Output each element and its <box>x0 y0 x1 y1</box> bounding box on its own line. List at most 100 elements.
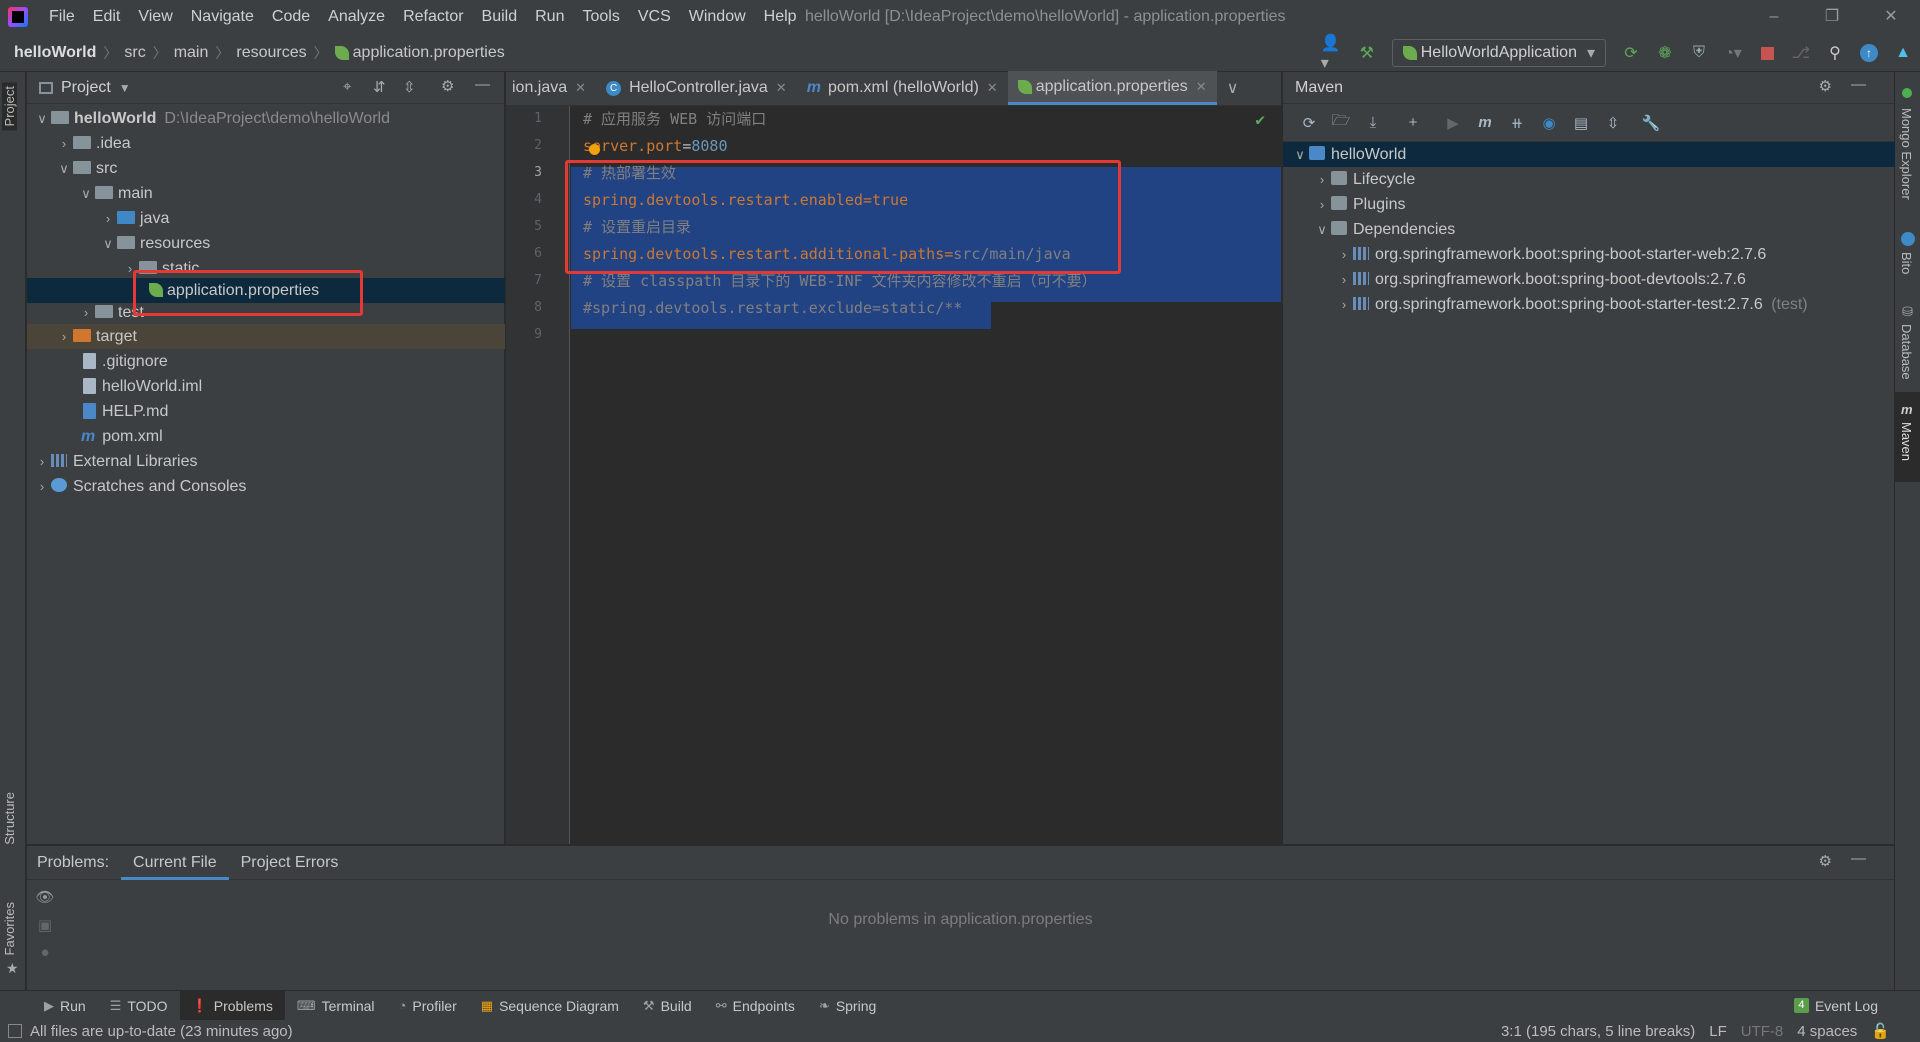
gear-icon[interactable]: ⚙ <box>441 77 454 95</box>
maven-tool-tab[interactable]: Maven <box>1899 422 1914 461</box>
editor-tab[interactable]: C HelloController.java ✕ <box>596 71 797 105</box>
lock-icon[interactable]: 🔓 <box>1871 1022 1890 1040</box>
tool-tab-sequence-diagram[interactable]: ▦ Sequence Diagram <box>469 991 631 1021</box>
run-configuration-select[interactable]: HelloWorldApplication ▾ <box>1391 39 1606 67</box>
bito-tool-tab[interactable]: Bito <box>1899 252 1914 274</box>
tool-tab-endpoints[interactable]: ⚯ Endpoints <box>704 991 807 1021</box>
chevron-right-icon[interactable]: › <box>1335 267 1353 292</box>
chevron-right-icon[interactable]: › <box>55 324 73 349</box>
menu-edit[interactable]: Edit <box>84 0 130 34</box>
chevron-down-icon[interactable]: ∨ <box>1313 217 1331 242</box>
reload-icon[interactable]: ⟳ <box>1297 111 1321 135</box>
close-icon[interactable]: ✕ <box>1196 79 1207 95</box>
tool-tab-problems[interactable]: ❗ Problems <box>179 990 285 1021</box>
tree-row[interactable]: › target <box>27 324 505 349</box>
tab-current-file[interactable]: Current File <box>121 846 229 880</box>
close-icon[interactable]: ✕ <box>987 80 998 96</box>
maven-goal-icon[interactable]: m <box>1473 111 1497 135</box>
toggle-tool-windows-icon[interactable] <box>8 1024 22 1038</box>
hide-panel-icon[interactable]: — <box>1851 76 1866 93</box>
maven-tree-row[interactable]: › Plugins <box>1283 192 1895 217</box>
menu-view[interactable]: View <box>129 0 181 34</box>
tool-tab-run[interactable]: ▶ Run <box>32 991 98 1021</box>
tree-row[interactable]: ∨ main <box>27 181 505 206</box>
close-icon[interactable]: ✕ <box>575 80 586 96</box>
gear-icon[interactable]: ⚙ <box>1819 852 1832 870</box>
structure-tool-tab[interactable]: Structure <box>2 792 17 845</box>
mongo-explorer-tool-tab[interactable]: Mongo Explorer <box>1899 108 1914 200</box>
chevron-right-icon[interactable]: › <box>55 131 73 156</box>
tool-tab-build[interactable]: ⚒ Build <box>631 991 704 1021</box>
download-icon[interactable]: ⤓ <box>1361 111 1385 135</box>
locate-file-icon[interactable]: ⌖ <box>343 78 351 95</box>
menu-tools[interactable]: Tools <box>573 0 628 34</box>
show-dependencies-icon[interactable]: ▤ <box>1569 111 1593 135</box>
coverage-icon[interactable]: ⛨ <box>1687 41 1711 65</box>
menu-refactor[interactable]: Refactor <box>394 0 472 34</box>
debug-bug-icon[interactable]: ❁ <box>1653 41 1677 65</box>
minimize-button[interactable]: – <box>1745 0 1803 34</box>
eye-icon[interactable]: 👁 <box>35 888 55 908</box>
chevron-down-icon[interactable]: ∨ <box>33 106 51 131</box>
indent-setting[interactable]: 4 spaces <box>1797 1023 1857 1040</box>
editor-tab[interactable]: ion.java ✕ <box>506 71 596 105</box>
expand-all-icon[interactable]: ⇵ <box>373 78 386 96</box>
vcs-icon[interactable]: ⎇ <box>1789 41 1813 65</box>
menu-build[interactable]: Build <box>473 0 527 34</box>
breadcrumb-src[interactable]: src <box>124 44 145 62</box>
project-tool-tab[interactable]: Project <box>2 82 17 131</box>
tool-tab-profiler[interactable]: ◔ Profiler <box>387 991 469 1021</box>
chevron-right-icon[interactable]: › <box>1335 292 1353 317</box>
tree-row[interactable]: .gitignore <box>27 349 505 374</box>
chevron-right-icon[interactable]: › <box>77 303 95 323</box>
stop-icon[interactable] <box>1755 41 1779 65</box>
close-window-button[interactable]: ✕ <box>1862 0 1920 34</box>
tab-list-dropdown[interactable]: ∨ <box>1217 71 1249 105</box>
breadcrumb-project[interactable]: helloWorld <box>14 44 96 62</box>
tree-row[interactable]: › .idea <box>27 131 505 156</box>
maven-tree-row[interactable]: › org.springframework.boot:spring-boot-st… <box>1283 292 1895 317</box>
chevron-down-icon[interactable]: ∨ <box>99 231 117 256</box>
user-icon[interactable]: 👤▾ <box>1321 35 1345 72</box>
chevron-down-icon[interactable]: ∨ <box>77 181 95 206</box>
skip-tests-icon[interactable]: ⧺ <box>1505 111 1529 135</box>
menu-code[interactable]: Code <box>263 0 319 34</box>
menu-analyze[interactable]: Analyze <box>319 0 394 34</box>
bulb-icon[interactable]: ● <box>35 944 55 964</box>
maven-tree-row[interactable]: › Lifecycle <box>1283 167 1895 192</box>
hide-panel-icon[interactable]: — <box>475 76 490 93</box>
restore-button[interactable]: ❐ <box>1803 0 1861 34</box>
chevron-down-icon[interactable]: ∨ <box>1291 142 1309 167</box>
chevron-right-icon[interactable]: › <box>33 449 51 474</box>
generate-sources-icon[interactable]: 🗁 <box>1329 111 1353 135</box>
maven-tree-row[interactable]: › org.springframework.boot:spring-boot-de… <box>1283 267 1895 292</box>
chevron-down-icon[interactable]: ∨ <box>55 156 73 181</box>
menu-window[interactable]: Window <box>680 0 755 34</box>
project-panel-title[interactable]: Project <box>61 79 111 97</box>
tree-row[interactable]: m pom.xml <box>27 424 505 449</box>
tree-row[interactable]: › External Libraries <box>27 449 505 474</box>
breadcrumb-resources[interactable]: resources <box>236 44 306 62</box>
chevron-right-icon[interactable]: › <box>99 206 117 231</box>
settings-wrench-icon[interactable]: 🔧 <box>1639 111 1663 135</box>
run-icon[interactable]: ▶ <box>1441 111 1465 135</box>
menu-file[interactable]: File <box>40 0 84 34</box>
tree-row[interactable]: helloWorld.iml <box>27 374 505 399</box>
menu-vcs[interactable]: VCS <box>629 0 680 34</box>
collapse-all-icon[interactable]: ⇳ <box>1601 111 1625 135</box>
tree-row[interactable]: ∨ resources <box>27 231 505 256</box>
close-icon[interactable]: ✕ <box>776 80 787 96</box>
add-icon[interactable]: + <box>1401 111 1425 135</box>
maven-tree-row[interactable]: ∨ Dependencies <box>1283 217 1895 242</box>
profiler-icon[interactable]: ◔▾ <box>1721 41 1745 65</box>
chevron-right-icon[interactable]: › <box>1335 242 1353 267</box>
menu-navigate[interactable]: Navigate <box>182 0 263 34</box>
menu-run[interactable]: Run <box>526 0 573 34</box>
favorites-tool-tab[interactable]: Favorites <box>2 902 17 955</box>
maven-tree-row[interactable]: › org.springframework.boot:spring-boot-st… <box>1283 242 1895 267</box>
rerun-icon[interactable]: ⟳ <box>1619 41 1643 65</box>
tree-row[interactable]: › java <box>27 206 505 231</box>
update-icon[interactable]: ↑ <box>1857 41 1881 65</box>
tool-tab-spring[interactable]: ❧ Spring <box>807 991 888 1021</box>
breadcrumb-file[interactable]: application.properties <box>353 44 505 62</box>
